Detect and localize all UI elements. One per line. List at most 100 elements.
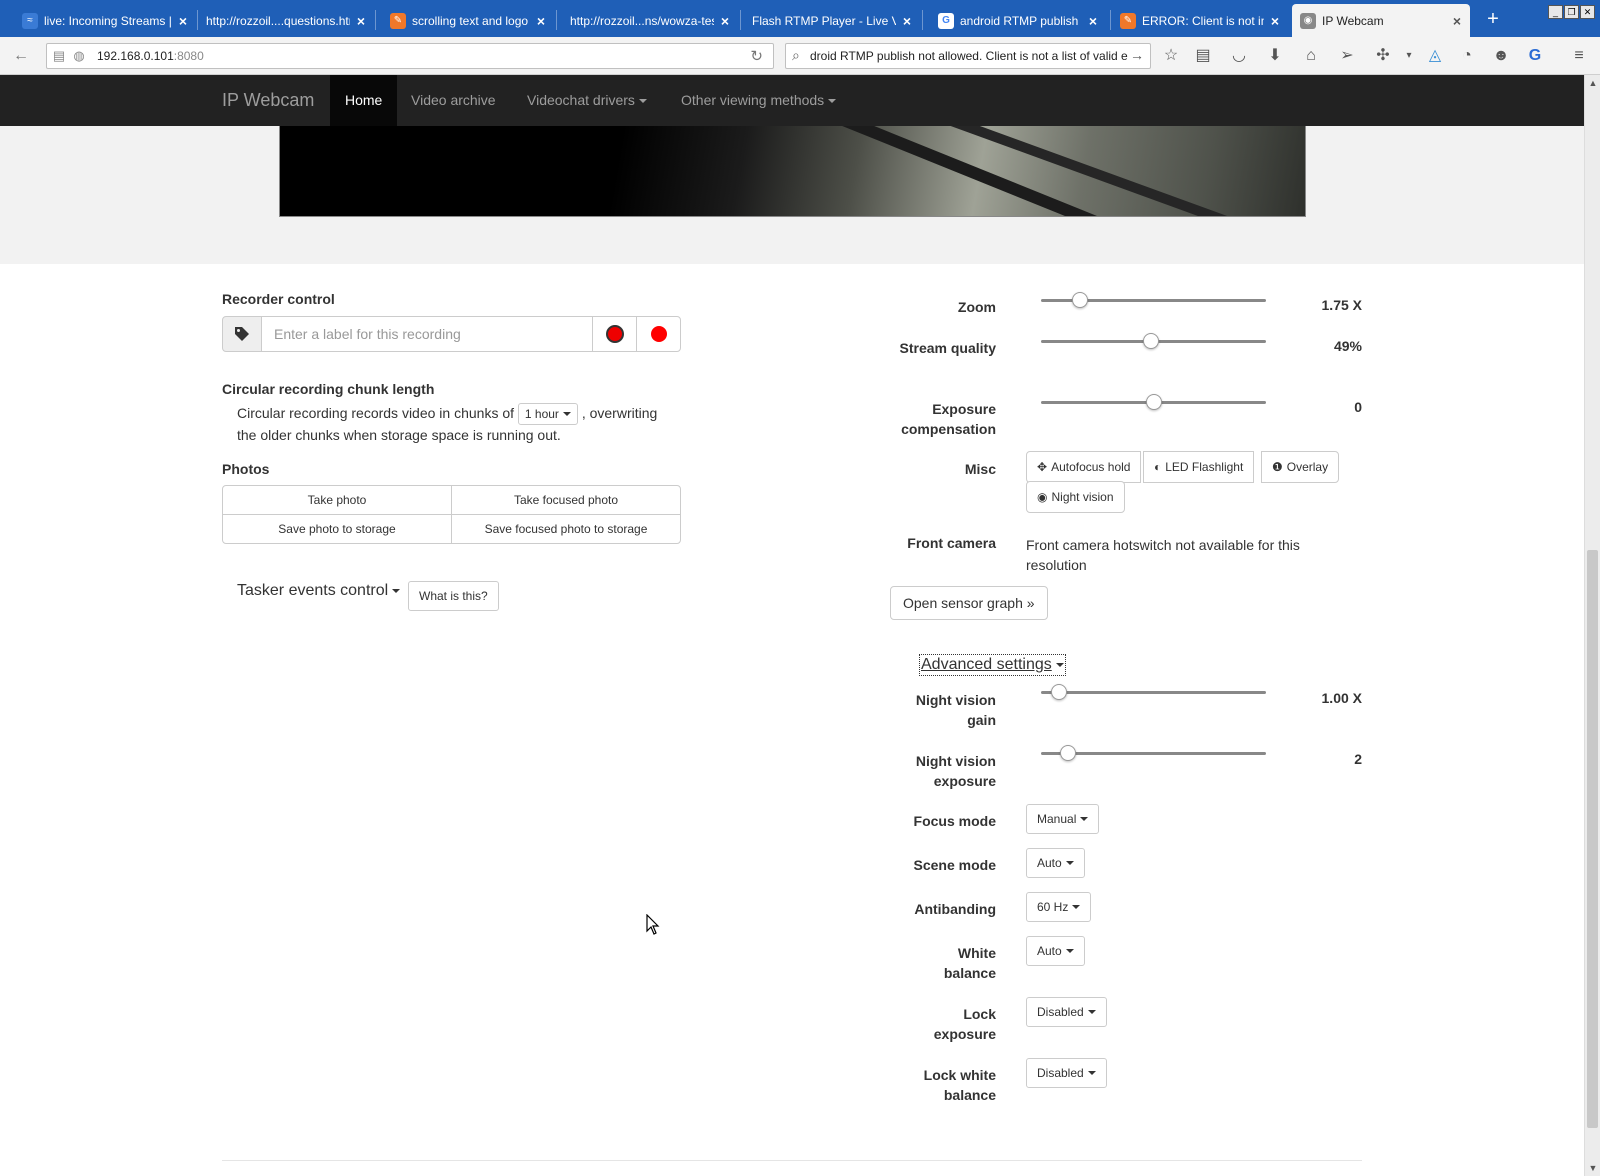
back-arrow-icon[interactable]: ←	[10, 45, 32, 67]
footer-divider	[222, 1160, 1362, 1161]
scrollbar-thumb[interactable]	[1587, 550, 1598, 1128]
save-focused-photo-button[interactable]: Save focused photo to storage	[451, 514, 681, 544]
lock-exposure-label: Lock exposure	[933, 1006, 996, 1042]
new-tab-icon[interactable]: +	[1482, 8, 1504, 30]
open-sensor-graph-button[interactable]: Open sensor graph »	[890, 586, 1048, 620]
night-vision-gain-slider[interactable]	[1041, 684, 1266, 700]
antibanding-dropdown[interactable]: 60 Hz	[1026, 892, 1092, 922]
reading-list-icon[interactable]: ▤	[1192, 45, 1214, 67]
led-flashlight-button[interactable]: ◐ LED Flashlight	[1143, 451, 1255, 483]
scroll-up-arrow-icon[interactable]: ▲	[1585, 75, 1600, 91]
take-focused-photo-button[interactable]: Take focused photo	[451, 485, 681, 515]
tag-icon	[222, 316, 262, 352]
browser-tab[interactable]: http://rozzoil....questions.html ×	[198, 4, 374, 37]
lock-exposure-dropdown[interactable]: Disabled	[1026, 997, 1107, 1027]
close-tab-icon[interactable]: ×	[718, 13, 732, 29]
close-tab-icon[interactable]: ×	[900, 13, 914, 29]
browser-tab[interactable]: G android RTMP publish n... ×	[930, 4, 1106, 37]
zoom-slider[interactable]	[1041, 292, 1266, 308]
scene-mode-label: Scene mode	[913, 857, 996, 873]
close-tab-icon[interactable]: ×	[1086, 13, 1100, 29]
browser-tab-active[interactable]: ◉ IP Webcam ×	[1292, 4, 1470, 37]
chunk-length-dropdown[interactable]: 1 hour	[517, 403, 578, 426]
search-go-arrow-icon[interactable]: →	[1130, 47, 1144, 63]
address-bar[interactable]: ▤ ◍ 192.168.0.101:8080 ↻	[46, 43, 774, 69]
url-text: 192.168.0.101:8080	[97, 49, 204, 63]
camera-video-feed[interactable]	[279, 126, 1306, 217]
google-translate-icon[interactable]: G	[1524, 45, 1546, 67]
night-vision-gain-label: Night vision gain	[915, 692, 996, 728]
menu-hamburger-icon[interactable]: ≡	[1568, 45, 1590, 67]
slider-handle[interactable]	[1146, 394, 1162, 410]
night-vision-exposure-slider[interactable]	[1041, 745, 1266, 761]
record-button[interactable]	[636, 316, 681, 352]
half-circle-icon: ◐	[1154, 460, 1162, 474]
slider-handle[interactable]	[1060, 745, 1076, 761]
stream-quality-slider[interactable]	[1041, 333, 1266, 349]
extension-icon[interactable]: ✣	[1372, 45, 1394, 67]
slider-handle[interactable]	[1143, 333, 1159, 349]
send-icon[interactable]: ➢	[1336, 45, 1358, 67]
close-tab-icon[interactable]: ×	[354, 13, 368, 29]
night-vision-label: Night vision	[1051, 490, 1114, 504]
lock-white-balance-dropdown[interactable]: Disabled	[1026, 1058, 1107, 1088]
what-is-this-button[interactable]: What is this?	[408, 581, 499, 611]
bookmark-star-icon[interactable]: ☆	[1160, 45, 1182, 67]
tasker-events-label: Tasker events control	[237, 582, 389, 599]
site-brand[interactable]: IP Webcam	[222, 75, 314, 126]
record-circular-button[interactable]	[592, 316, 637, 352]
stream-quality-label: Stream quality	[886, 338, 996, 358]
stream-quality-value: 49%	[1333, 338, 1362, 354]
advanced-settings-toggle[interactable]: Advanced settings	[919, 654, 1066, 676]
browser-tab[interactable]: ✎ ERROR: Client is not in l... ×	[1112, 4, 1288, 37]
night-vision-button[interactable]: ◉ Night vision	[1026, 481, 1125, 513]
browser-tab[interactable]: ≈ live: Incoming Streams |... ×	[14, 4, 196, 37]
nav-videochat-drivers[interactable]: Videochat drivers	[512, 75, 662, 126]
slider-handle[interactable]	[1072, 292, 1088, 308]
focus-mode-value: Manual	[1037, 812, 1077, 826]
search-bar[interactable]: ⌕ droid RTMP publish not allowed. Client…	[785, 43, 1151, 69]
nav-other-viewing-methods[interactable]: Other viewing methods	[666, 75, 851, 126]
take-photo-button[interactable]: Take photo	[222, 485, 452, 515]
sync-icon[interactable]: ◔	[1456, 45, 1478, 67]
autofocus-hold-button[interactable]: ✥ Autofocus hold	[1026, 451, 1142, 483]
chevron-down-icon	[828, 99, 837, 104]
save-photo-button[interactable]: Save photo to storage	[222, 514, 452, 544]
close-tab-icon[interactable]: ×	[534, 13, 548, 29]
slider-handle[interactable]	[1051, 684, 1067, 700]
browser-tab[interactable]: Flash RTMP Player - Live Vid... ×	[744, 4, 920, 37]
tasker-events-toggle[interactable]: Tasker events control	[237, 580, 401, 602]
scroll-down-arrow-icon[interactable]: ▼	[1585, 1160, 1600, 1176]
browser-tab[interactable]: ✎ scrolling text and logo i... ×	[382, 4, 554, 37]
download-icon[interactable]: ⬇	[1264, 45, 1286, 67]
reload-icon[interactable]: ↻	[750, 47, 763, 65]
chunk-length-value: 1 hour	[524, 407, 559, 422]
overlay-button[interactable]: ❶ Overlay	[1261, 451, 1340, 483]
recording-label-input[interactable]	[261, 316, 593, 352]
tab-separator	[740, 10, 741, 30]
pocket-icon[interactable]: ◡	[1228, 45, 1250, 67]
circular-chunk-title: Circular recording chunk length	[222, 381, 435, 397]
close-window-icon[interactable]: ✕	[1580, 5, 1595, 19]
minimize-window-icon[interactable]: _	[1548, 5, 1563, 19]
nav-home[interactable]: Home	[330, 75, 398, 126]
white-balance-dropdown[interactable]: Auto	[1026, 936, 1085, 966]
zoom-value: 1.75 X	[1321, 297, 1362, 313]
scene-mode-dropdown[interactable]: Auto	[1026, 848, 1085, 878]
droplet-icon[interactable]: ◬	[1424, 45, 1446, 67]
circular-chunk-line1: Circular recording records video in chun…	[237, 402, 657, 426]
nav-video-archive[interactable]: Video archive	[396, 75, 511, 126]
extension-dropdown-icon[interactable]: ▾	[1398, 45, 1420, 67]
close-tab-icon[interactable]: ×	[1268, 13, 1282, 29]
chat-icon[interactable]: ☻	[1490, 45, 1512, 67]
home-icon[interactable]: ⌂	[1300, 45, 1322, 67]
restore-window-icon[interactable]: ❐	[1564, 5, 1579, 19]
close-tab-icon[interactable]: ×	[1450, 13, 1464, 29]
close-tab-icon[interactable]: ×	[176, 13, 190, 29]
exposure-compensation-slider[interactable]	[1041, 394, 1266, 410]
overlay-label: Overlay	[1286, 460, 1329, 474]
focus-mode-dropdown[interactable]: Manual	[1026, 804, 1100, 834]
browser-tab[interactable]: http://rozzoil...ns/wowza-test/ ×	[562, 4, 738, 37]
sidebar-icon[interactable]: ▤	[51, 48, 67, 64]
page-scrollbar[interactable]: ▲ ▼	[1584, 75, 1600, 1176]
